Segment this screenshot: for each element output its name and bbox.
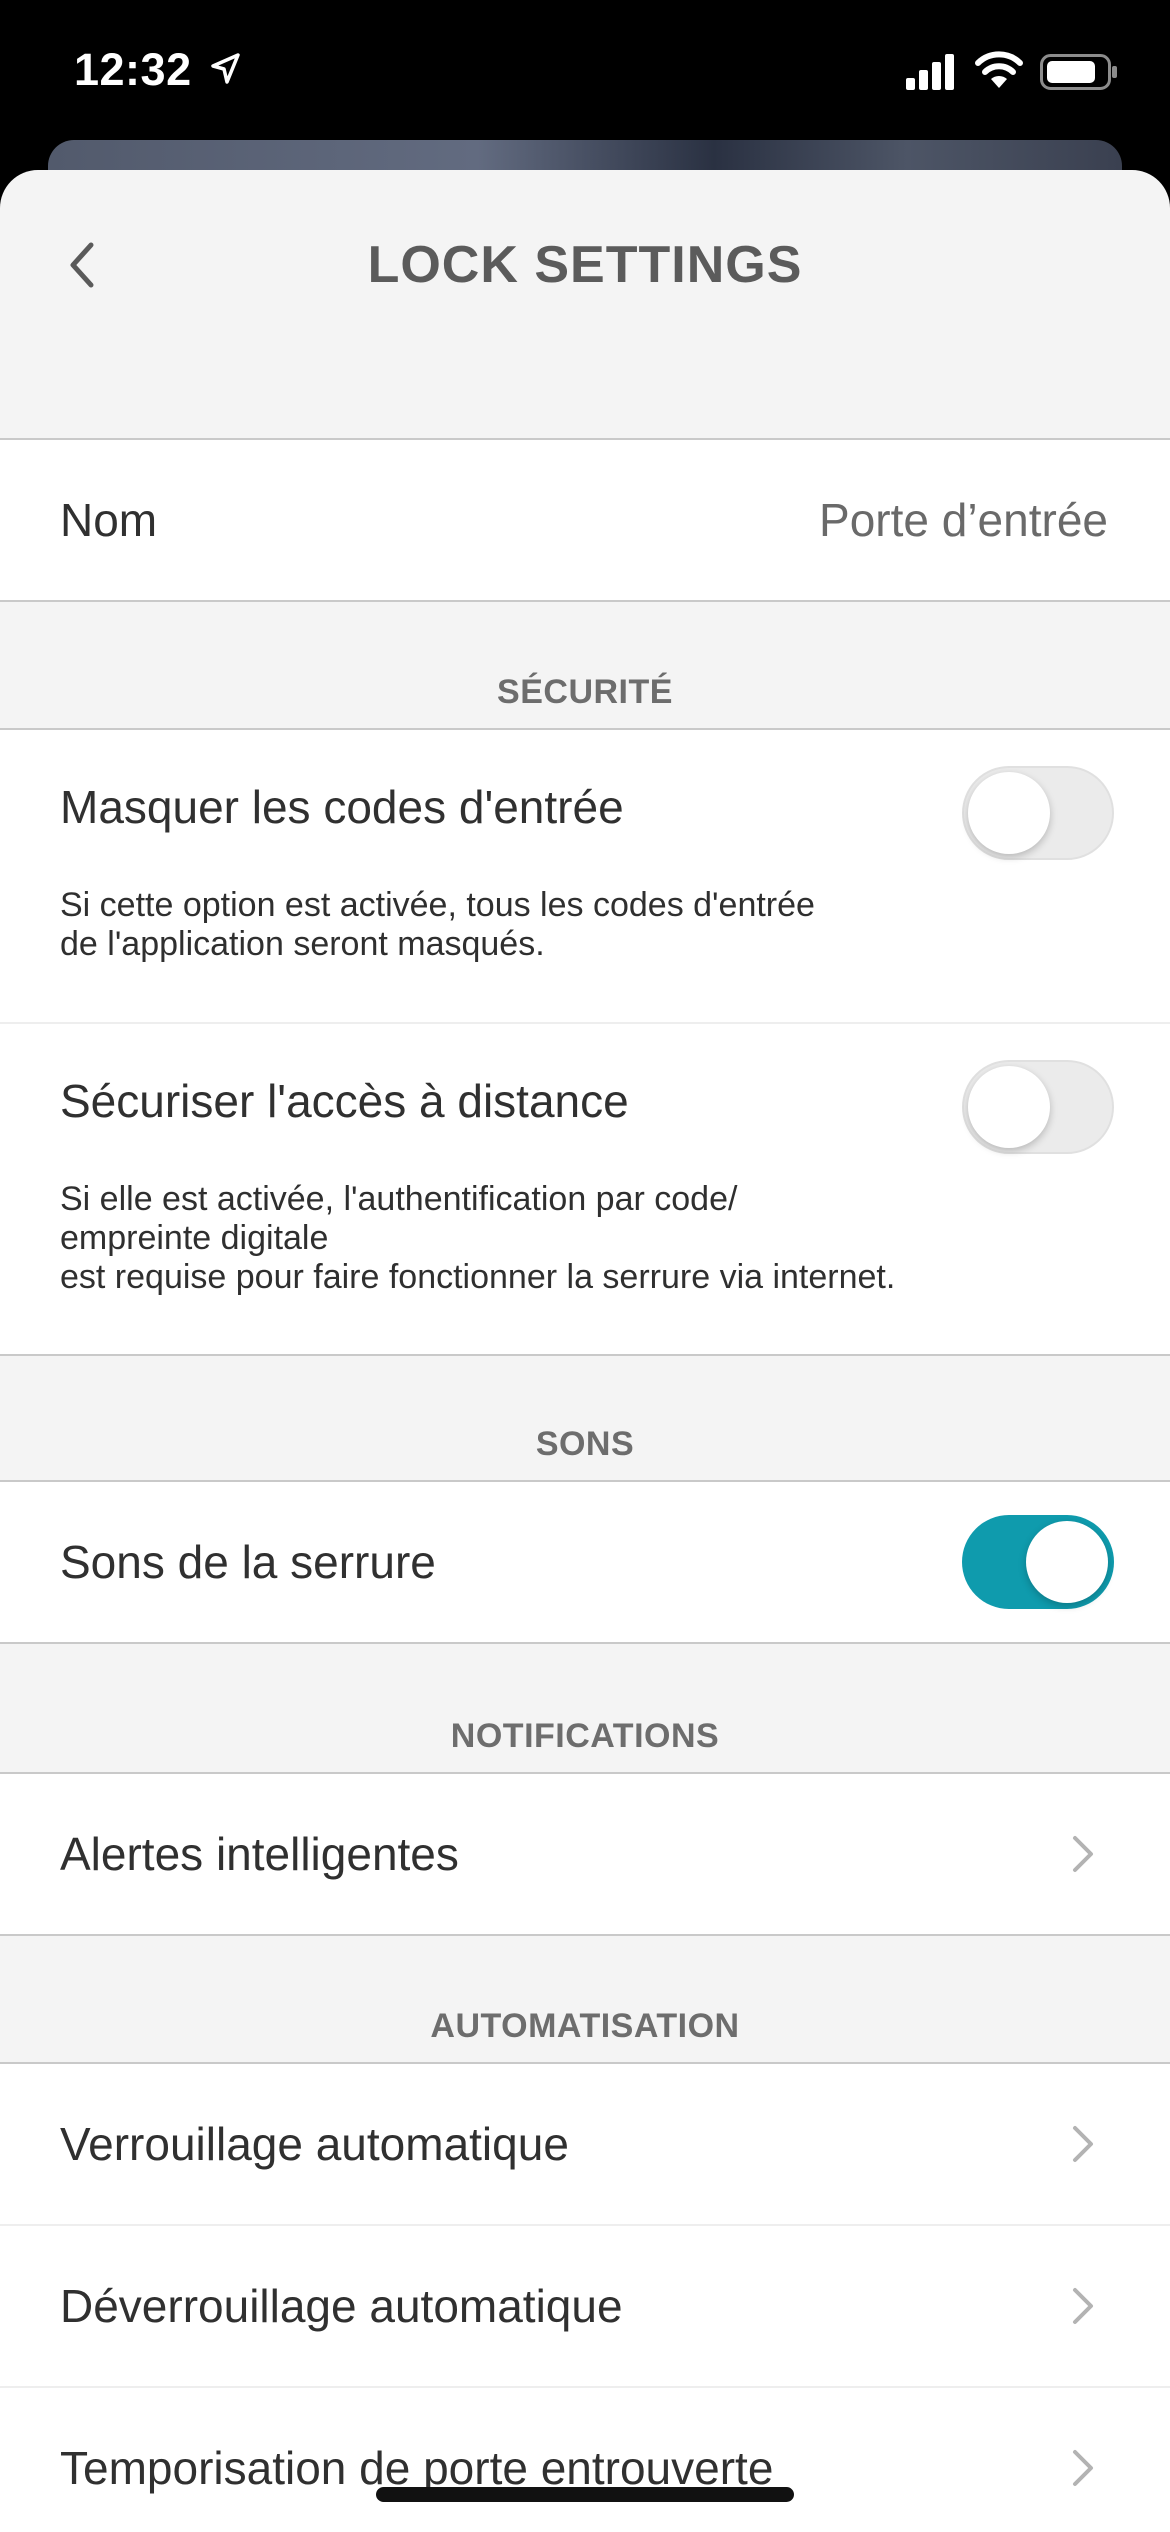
- auto-unlock-label: Déverrouillage automatique: [60, 2280, 623, 2332]
- settings-sheet: LOCK SETTINGS Nom Porte d’entrée SÉCURIT…: [0, 170, 1170, 2532]
- name-row[interactable]: Nom Porte d’entrée: [0, 440, 1170, 600]
- location-arrow-icon: [211, 53, 240, 84]
- nav-bar: LOCK SETTINGS: [0, 170, 1170, 438]
- chevron-right-icon: [1073, 2450, 1093, 2486]
- section-header-sounds: SONS: [0, 1356, 1170, 1480]
- name-label: Nom: [60, 494, 158, 546]
- section-title-sounds: SONS: [535, 1425, 635, 1463]
- smart-alerts-row[interactable]: Alertes intelligentes: [0, 1774, 1170, 1934]
- status-time: 12:32: [74, 44, 192, 95]
- chevron-right-icon: [1073, 2126, 1093, 2162]
- hide-codes-description: Si cette option est activée, tous les co…: [60, 886, 815, 964]
- battery-icon: [1040, 54, 1117, 90]
- hide-codes-toggle[interactable]: [962, 766, 1114, 860]
- lock-sounds-toggle[interactable]: [962, 1515, 1114, 1609]
- secure-remote-label: Sécuriser l'accès à distance: [60, 1075, 629, 1127]
- section-title-notifications: NOTIFICATIONS: [450, 1717, 720, 1755]
- toggle-knob: [1026, 1521, 1108, 1603]
- cellular-signal-icon: [906, 54, 954, 90]
- auto-unlock-row[interactable]: Déverrouillage automatique: [0, 2226, 1170, 2386]
- page-title: LOCK SETTINGS: [367, 236, 803, 294]
- secure-remote-toggle[interactable]: [962, 1060, 1114, 1154]
- auto-lock-label: Verrouillage automatique: [60, 2118, 569, 2170]
- section-header-notifications: NOTIFICATIONS: [0, 1644, 1170, 1772]
- secure-remote-description: Si elle est activée, l'authentification …: [60, 1180, 895, 1297]
- section-header-automation: AUTOMATISATION: [0, 1936, 1170, 2062]
- description-line: Si cette option est activée, tous les co…: [60, 886, 815, 924]
- name-value: Porte d’entrée: [819, 494, 1108, 546]
- door-ajar-row[interactable]: Temporisation de porte entrouverte: [0, 2388, 1170, 2532]
- smart-alerts-label: Alertes intelligentes: [60, 1828, 459, 1880]
- hide-codes-row: Masquer les codes d'entrée Si cette opti…: [0, 730, 1170, 1022]
- lock-sounds-row: Sons de la serrure: [0, 1482, 1170, 1642]
- section-title-automation: AUTOMATISATION: [430, 2007, 740, 2045]
- section-title-security: SÉCURITÉ: [497, 673, 673, 711]
- toggle-knob: [968, 1066, 1050, 1148]
- auto-lock-row[interactable]: Verrouillage automatique: [0, 2064, 1170, 2224]
- wifi-icon: [975, 51, 1023, 88]
- description-line: est requise pour faire fonctionner la se…: [60, 1258, 896, 1296]
- toggle-knob: [968, 772, 1050, 854]
- description-line: empreinte digitale: [60, 1219, 329, 1257]
- hide-codes-label: Masquer les codes d'entrée: [60, 781, 624, 833]
- status-bar: 12:32: [0, 0, 1170, 150]
- description-line: de l'application seront masqués.: [60, 925, 545, 963]
- chevron-right-icon: [1073, 2288, 1093, 2324]
- description-line: Si elle est activée, l'authentification …: [60, 1180, 738, 1218]
- secure-remote-row: Sécuriser l'accès à distance Si elle est…: [0, 1024, 1170, 1354]
- section-header-security: SÉCURITÉ: [0, 602, 1170, 728]
- lock-sounds-label: Sons de la serrure: [60, 1536, 436, 1588]
- home-indicator[interactable]: [376, 2487, 794, 2502]
- chevron-right-icon: [1073, 1836, 1093, 1872]
